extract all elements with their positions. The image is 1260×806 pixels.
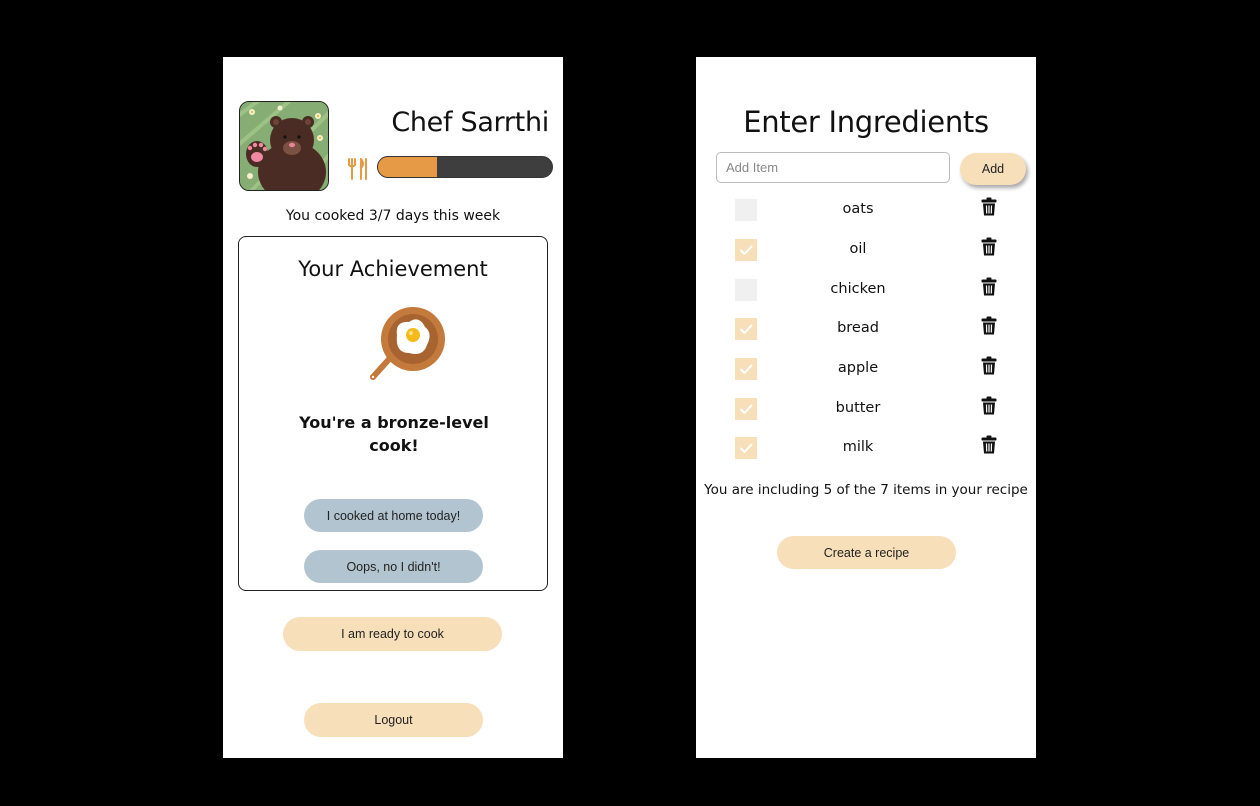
achievement-card: Your Achievement You're a bronze-level c… — [238, 236, 548, 591]
ingredient-checkbox[interactable] — [735, 398, 757, 420]
ingredient-row: chicken — [696, 277, 1036, 309]
achievement-level-text: You're a bronze-level cook! — [299, 413, 489, 455]
ready-to-cook-button[interactable]: I am ready to cook — [283, 617, 502, 651]
checkmark-icon — [740, 245, 753, 255]
trash-icon[interactable] — [981, 197, 997, 216]
checkmark-icon — [740, 324, 753, 334]
ingredient-checkbox[interactable] — [735, 279, 757, 301]
add-item-button[interactable]: Add — [960, 153, 1026, 185]
ingredient-summary: You are including 5 of the 7 items in yo… — [704, 482, 1028, 498]
progress-fill — [378, 157, 438, 177]
logout-button[interactable]: Logout — [304, 703, 483, 737]
fork-knife-icon — [345, 157, 371, 181]
ingredient-name: milk — [842, 439, 874, 455]
ingredient-name: chicken — [830, 281, 886, 297]
trash-icon[interactable] — [981, 277, 997, 296]
checkmark-icon — [740, 443, 753, 453]
ingredient-row: butter — [696, 396, 1036, 428]
weekly-cooked-text: You cooked 3/7 days this week — [285, 208, 501, 224]
cooking-progress-bar — [377, 156, 553, 178]
trash-icon[interactable] — [981, 435, 997, 454]
ingredient-name: oil — [849, 241, 867, 257]
frying-pan-egg-icon — [367, 305, 447, 385]
trash-icon[interactable] — [981, 356, 997, 375]
ingredient-name: butter — [835, 400, 881, 416]
chef-name: Chef Sarrthi — [391, 107, 549, 138]
not-cooked-button[interactable]: Oops, no I didn't! — [304, 550, 483, 583]
ingredient-checkbox[interactable] — [735, 199, 757, 221]
cooked-today-button[interactable]: I cooked at home today! — [304, 499, 483, 532]
ingredients-title: Enter Ingredients — [743, 105, 989, 139]
create-recipe-button[interactable]: Create a recipe — [777, 536, 956, 569]
trash-icon[interactable] — [981, 316, 997, 335]
profile-screen: Chef Sarrthi You cooked 3/7 days this we… — [223, 57, 563, 758]
bear-avatar — [239, 101, 329, 191]
ingredient-row: oil — [696, 237, 1036, 269]
ingredient-checkbox[interactable] — [735, 239, 757, 261]
ingredient-checkbox[interactable] — [735, 437, 757, 459]
ingredient-row: milk — [696, 435, 1036, 467]
checkmark-icon — [740, 404, 753, 414]
ingredient-row: bread — [696, 316, 1036, 348]
ingredient-name: apple — [837, 360, 879, 376]
ingredient-checkbox[interactable] — [735, 318, 757, 340]
ingredient-row: apple — [696, 356, 1036, 388]
ingredients-screen: Enter Ingredients Add oats oil chicken brea… — [696, 57, 1036, 758]
ingredient-row: oats — [696, 197, 1036, 229]
trash-icon[interactable] — [981, 396, 997, 415]
trash-icon[interactable] — [981, 237, 997, 256]
add-item-input[interactable] — [716, 152, 950, 183]
checkmark-icon — [740, 364, 753, 374]
ingredient-name: oats — [842, 201, 874, 217]
ingredient-checkbox[interactable] — [735, 358, 757, 380]
ingredient-name: bread — [837, 320, 879, 336]
achievement-title: Your Achievement — [298, 257, 488, 281]
